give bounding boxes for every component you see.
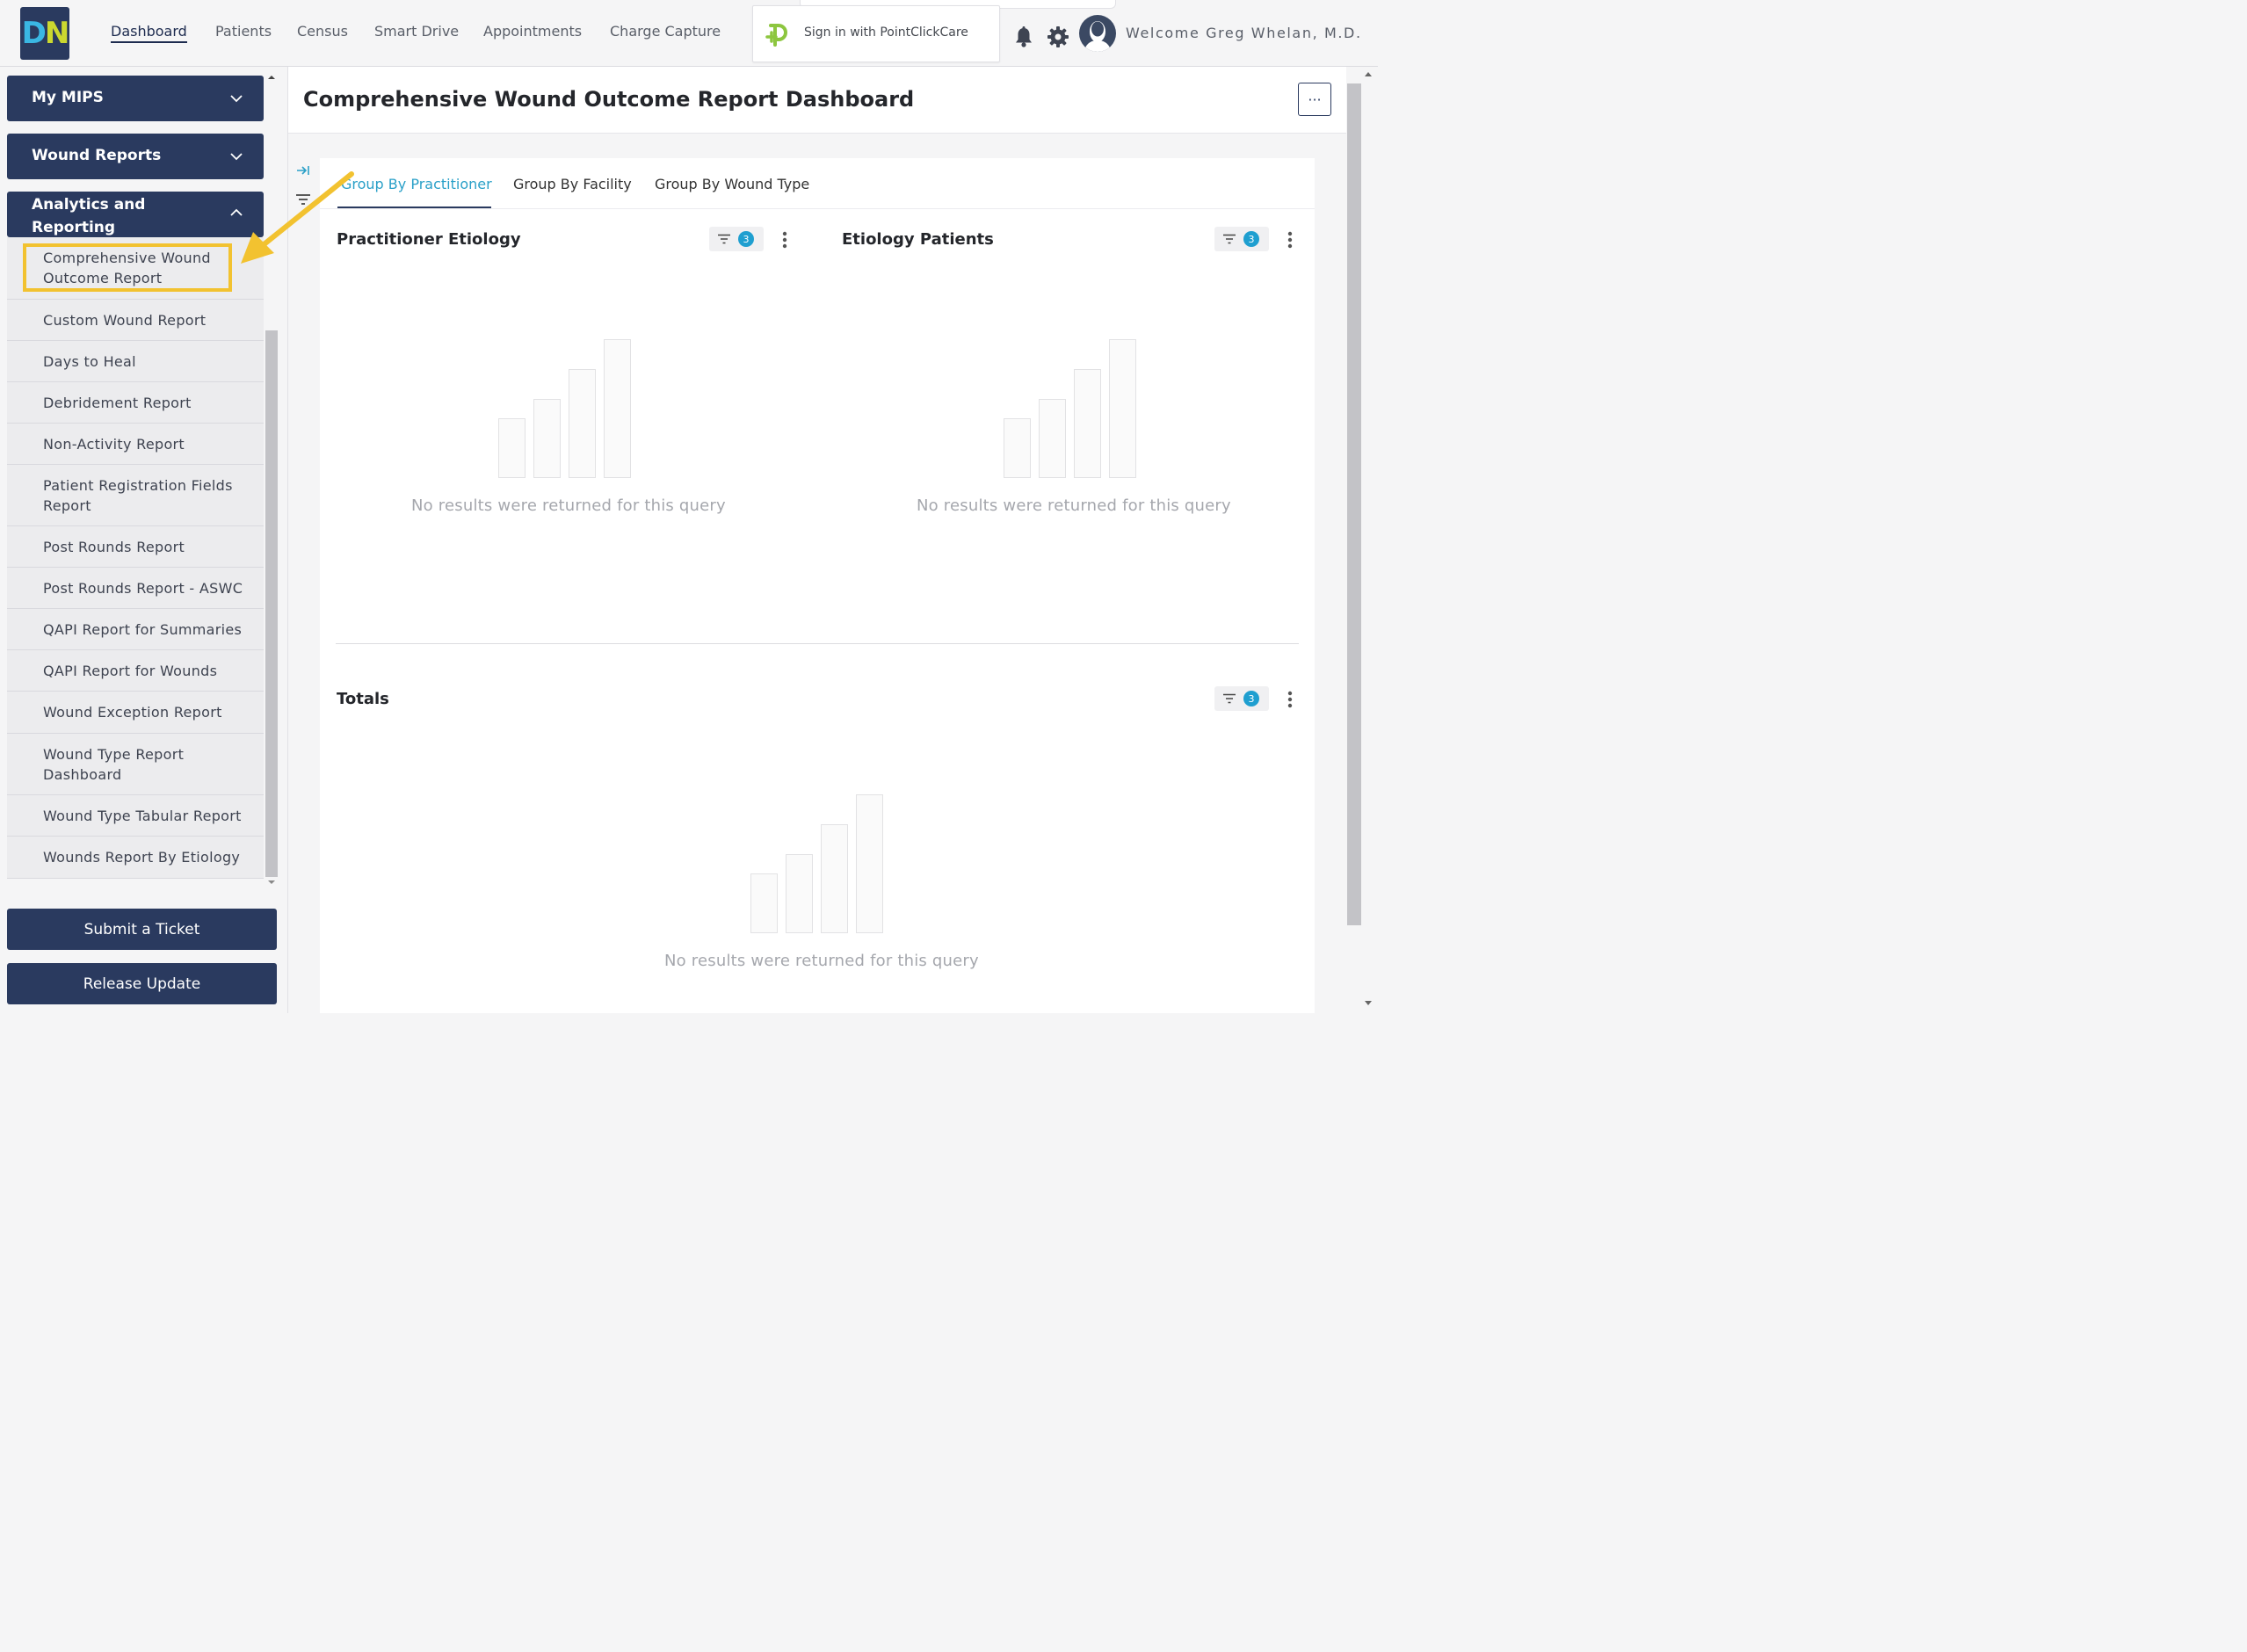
nav-charge-capture[interactable]: Charge Capture — [610, 23, 721, 40]
submenu-item-label: Custom Wound Report — [43, 312, 207, 329]
app-root: DN Dashboard Patients Census Smart Drive… — [0, 0, 1378, 1013]
nav-census[interactable]: Census — [297, 23, 348, 40]
sidebar-section-label: Analytics and Reporting — [32, 196, 146, 236]
release-update-button[interactable]: Release Update — [7, 963, 277, 1004]
sidebar-section-label: Wound Reports — [32, 147, 162, 164]
submenu-item-label: QAPI Report for Summaries — [43, 621, 243, 638]
more-options-button[interactable]: ··· — [1298, 83, 1331, 116]
annotation-arrow — [241, 171, 354, 264]
submenu-item-patient-registration[interactable]: Patient Registration Fields Report — [7, 465, 264, 526]
submenu-item-label: Non-Activity Report — [43, 436, 185, 453]
filter-icon — [1223, 234, 1236, 244]
widget-filter-button[interactable]: 3 — [1214, 686, 1269, 711]
widget-filter-button[interactable]: 3 — [1214, 227, 1269, 251]
submenu-item-label: Wound Exception Report — [43, 704, 222, 721]
sidebar-section-analytics[interactable]: Analytics and Reporting — [7, 192, 264, 237]
top-header: DN Dashboard Patients Census Smart Drive… — [0, 0, 1378, 67]
app-logo[interactable]: DN — [20, 7, 69, 60]
sidebar-scroll-thumb[interactable] — [265, 330, 278, 877]
tab-group-by-practitioner[interactable]: Group By Practitioner — [341, 176, 492, 192]
submenu-item-label: Debridement Report — [43, 395, 192, 411]
widget-filter-button[interactable]: 3 — [709, 227, 764, 251]
submenu-item-post-rounds-aswc[interactable]: Post Rounds Report - ASWC — [7, 568, 264, 609]
empty-result-message: No results were returned for this query — [917, 496, 1231, 515]
nav-smart-drive[interactable]: Smart Drive — [374, 23, 459, 40]
submenu-item-label: Wound Type Report Dashboard — [43, 746, 185, 783]
gear-icon[interactable] — [1047, 25, 1069, 48]
filter-icon — [718, 234, 730, 244]
active-tab-indicator — [337, 206, 491, 208]
submenu-item-label: QAPI Report for Wounds — [43, 663, 218, 679]
submenu-item-debridement[interactable]: Debridement Report — [7, 382, 264, 424]
submenu-item-label: Patient Registration Fields Report — [43, 477, 233, 514]
submenu-item-label: Comprehensive Wound Outcome Report — [43, 250, 211, 286]
main-content: Comprehensive Wound Outcome Report Dashb… — [287, 67, 1347, 1013]
submenu-item-days-to-heal[interactable]: Days to Heal — [7, 341, 264, 382]
widget-divider — [336, 643, 1299, 644]
submit-ticket-button[interactable]: Submit a Ticket — [7, 909, 277, 950]
submenu-item-non-activity[interactable]: Non-Activity Report — [7, 424, 264, 465]
sidebar-section-my-mips[interactable]: My MIPS — [7, 76, 264, 121]
kebab-menu-icon[interactable] — [1285, 230, 1295, 251]
empty-result-message: No results were returned for this query — [664, 952, 979, 970]
sidebar-section-label: My MIPS — [32, 89, 104, 106]
kebab-menu-icon[interactable] — [1285, 690, 1295, 711]
main-scroll-thumb[interactable] — [1347, 83, 1361, 925]
chevron-down-icon — [230, 95, 243, 103]
user-avatar-icon — [1084, 21, 1112, 52]
widget-title-practitioner-etiology: Practitioner Etiology — [337, 230, 521, 249]
submenu-item-label: Wounds Report By Etiology — [43, 849, 241, 866]
submenu-item-wound-type-dashboard[interactable]: Wound Type Report Dashboard — [7, 734, 264, 795]
filter-count-badge: 3 — [1243, 691, 1259, 706]
submenu-item-post-rounds[interactable]: Post Rounds Report — [7, 526, 264, 568]
submenu-item-label: Days to Heal — [43, 353, 136, 370]
submenu-item-wounds-by-etiology[interactable]: Wounds Report By Etiology — [7, 837, 264, 879]
widget-title-etiology-patients: Etiology Patients — [842, 230, 994, 249]
chevron-down-icon — [230, 153, 243, 161]
nav-patients[interactable]: Patients — [215, 23, 272, 40]
tab-group-by-wound-type[interactable]: Group By Wound Type — [655, 176, 809, 192]
dashboard-area: Group By Practitioner Group By Facility … — [288, 133, 1347, 1013]
user-avatar[interactable] — [1079, 15, 1116, 52]
dashboard-panel: Group By Practitioner Group By Facility … — [320, 158, 1315, 1013]
kebab-menu-icon[interactable] — [779, 230, 790, 251]
empty-chart-icon — [750, 794, 883, 933]
empty-result-message: No results were returned for this query — [411, 496, 726, 515]
nav-appointments[interactable]: Appointments — [483, 23, 582, 40]
submenu-item-custom-wound[interactable]: Custom Wound Report — [7, 300, 264, 341]
pointclickcare-icon — [765, 24, 787, 47]
tabs-divider — [320, 208, 1315, 209]
scroll-up-arrow-icon[interactable] — [1364, 70, 1373, 77]
page-title: Comprehensive Wound Outcome Report Dashb… — [303, 87, 915, 112]
submenu-item-wound-exception[interactable]: Wound Exception Report — [7, 692, 264, 734]
widget-title-totals: Totals — [337, 690, 389, 708]
scroll-down-arrow-icon[interactable] — [1364, 1000, 1373, 1007]
bell-icon[interactable] — [1014, 25, 1033, 48]
sidebar-section-wound-reports[interactable]: Wound Reports — [7, 134, 264, 179]
welcome-text: Welcome Greg Whelan, M.D. — [1126, 25, 1362, 41]
submenu-item-label: Post Rounds Report — [43, 539, 185, 555]
filter-count-badge: 3 — [1243, 231, 1259, 247]
nav-dashboard[interactable]: Dashboard — [111, 23, 187, 43]
analytics-submenu: Comprehensive Wound Outcome Report Custo… — [7, 237, 264, 879]
empty-chart-icon — [498, 339, 631, 478]
pcc-signin-label: Sign in with PointClickCare — [804, 25, 968, 40]
submenu-item-qapi-wounds[interactable]: QAPI Report for Wounds — [7, 650, 264, 692]
tab-group-by-facility[interactable]: Group By Facility — [513, 176, 632, 192]
empty-chart-icon — [1004, 339, 1136, 478]
submenu-item-label: Wound Type Tabular Report — [43, 808, 242, 824]
filter-icon — [1223, 693, 1236, 704]
submenu-item-wound-type-tabular[interactable]: Wound Type Tabular Report — [7, 795, 264, 837]
submenu-item-qapi-summaries[interactable]: QAPI Report for Summaries — [7, 609, 264, 650]
pcc-signin-button[interactable]: Sign in with PointClickCare — [752, 5, 1000, 62]
filter-count-badge: 3 — [738, 231, 754, 247]
submenu-item-label: Post Rounds Report - ASWC — [43, 580, 243, 597]
submenu-item-comprehensive-wound-outcome[interactable]: Comprehensive Wound Outcome Report — [7, 237, 264, 300]
